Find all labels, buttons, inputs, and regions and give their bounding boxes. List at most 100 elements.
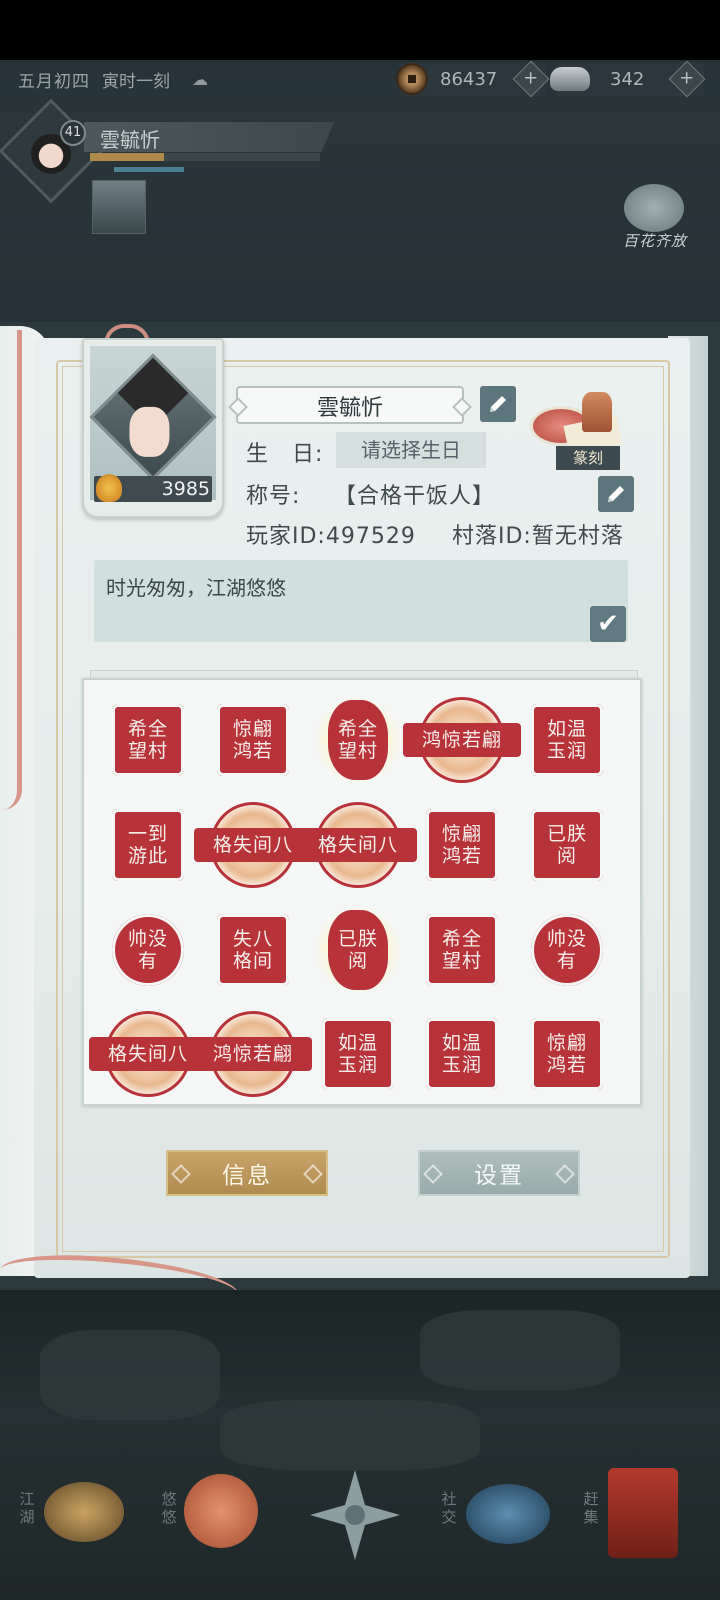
signature-text: 时光匆匆，江湖悠悠 — [106, 576, 286, 600]
seal-stamp-square[interactable]: 已朕 阅 — [507, 800, 627, 890]
rain-cloud-icon: ☁ — [192, 69, 208, 89]
seal-stamp-band[interactable]: 鸿惊若翩 — [402, 695, 522, 785]
seal-body: 希全 望村 — [328, 700, 388, 780]
seal-stamp-band[interactable]: 格失间八 — [298, 800, 418, 890]
seal-body: 如温 玉润 — [531, 704, 603, 776]
seal-stamp-square[interactable]: 失八 格间 — [193, 905, 313, 995]
seal-stamp-oval[interactable]: 已朕 阅 — [298, 905, 418, 995]
profile-screen: 五月初四 寅时一刻 ☁ 86437 + 342 + 41 雲毓忻 百花齐放 39… — [0, 0, 720, 1600]
seal-body: 如温 玉润 — [426, 1018, 498, 1090]
seal-text: 已朕 阅 — [546, 823, 587, 867]
confirm-signature-button[interactable]: ✔ — [590, 606, 626, 642]
seal-stamp-band[interactable]: 格失间八 — [193, 800, 313, 890]
title-value: 【合格干饭人】 — [334, 484, 496, 509]
seal-body: 帅没 有 — [531, 914, 603, 986]
flame-icon — [96, 474, 122, 502]
game-date: 五月初四 — [18, 71, 90, 92]
seal-stamp-square[interactable]: 希全 望村 — [402, 905, 522, 995]
nav-center[interactable] — [310, 1460, 410, 1570]
nav-label: 江湖 — [19, 1490, 35, 1526]
info-button[interactable]: 信息 — [166, 1150, 328, 1196]
check-icon: ✔ — [597, 609, 619, 639]
seal-text: 帅没 有 — [546, 928, 587, 972]
copper-coin-icon — [396, 63, 428, 95]
top-strip — [0, 0, 720, 60]
seal-text: 鸿惊若翩 — [212, 1043, 293, 1065]
power-value: 3985 — [161, 478, 210, 500]
seal-text: 格失间八 — [212, 834, 293, 856]
seal-carving-button[interactable]: 篆刻 — [526, 388, 636, 472]
seal-body: 希全 望村 — [426, 914, 498, 986]
player-stamina-bar — [114, 167, 184, 172]
birthday-select[interactable]: 请选择生日 — [336, 432, 486, 468]
edit-title-button[interactable] — [598, 476, 634, 512]
event-button[interactable]: 百花齐放 — [616, 182, 692, 256]
seal-text: 一到 游此 — [127, 823, 168, 867]
nav-social[interactable]: 社交 — [436, 1460, 556, 1570]
seal-body: 已朕 阅 — [328, 910, 388, 990]
birthday-label: 生 日: — [246, 442, 324, 467]
player-exp-bar — [90, 153, 320, 161]
edit-name-button[interactable] — [480, 386, 516, 422]
seal-body: 希全 望村 — [112, 704, 184, 776]
profile-name: 雲毓忻 — [316, 396, 383, 421]
seal-text: 惊翩 鸿若 — [441, 823, 482, 867]
wave-icon — [466, 1484, 550, 1544]
nav-market[interactable]: 赶集 — [578, 1460, 708, 1570]
seal-body: 格失间八 — [89, 1037, 207, 1071]
pencil-icon — [490, 396, 506, 412]
seal-text: 格失间八 — [107, 1043, 188, 1065]
seal-text: 如温 玉润 — [441, 1032, 482, 1076]
title-label: 称号: — [246, 484, 301, 509]
seal-text: 希全 望村 — [337, 718, 378, 762]
seal-body: 失八 格间 — [217, 914, 289, 986]
seal-body: 格失间八 — [299, 828, 417, 862]
seal-text: 希全 望村 — [441, 928, 482, 972]
book-red-binding — [2, 330, 22, 810]
player-exp-fill — [90, 153, 164, 161]
companion-portrait[interactable] — [92, 180, 146, 234]
seal-text: 如温 玉润 — [546, 718, 587, 762]
gong-icon — [44, 1482, 124, 1542]
seal-body: 惊翩 鸿若 — [531, 1018, 603, 1090]
seal-text: 如温 玉润 — [337, 1032, 378, 1076]
seal-body: 鸿惊若翩 — [194, 1037, 312, 1071]
silver-ingot-icon — [550, 67, 590, 91]
nav-youyou[interactable]: 悠悠 — [156, 1460, 266, 1570]
seal-text: 希全 望村 — [127, 718, 168, 762]
seal-text: 鸿惊若翩 — [421, 729, 502, 751]
seal-stamp-square[interactable]: 一到 游此 — [88, 800, 208, 890]
nav-jianghu[interactable]: 江湖 — [14, 1460, 134, 1570]
seal-stamp-round[interactable]: 帅没 有 — [88, 905, 208, 995]
seal-stamp-square[interactable]: 惊翩 鸿若 — [507, 1009, 627, 1099]
event-label: 百花齐放 — [622, 232, 687, 250]
seal-stamp-band[interactable]: 鸿惊若翩 — [193, 1009, 313, 1099]
seal-body: 帅没 有 — [112, 914, 184, 986]
seal-stamp-round[interactable]: 帅没 有 — [507, 905, 627, 995]
player-id: 玩家ID:497529 — [246, 524, 416, 549]
seal-carving-label: 篆刻 — [556, 446, 620, 470]
game-time: 寅时一刻 — [102, 71, 170, 92]
settings-button[interactable]: 设置 — [418, 1150, 580, 1196]
seal-stamp-square[interactable]: 惊翩 鸿若 — [402, 800, 522, 890]
seal-body: 已朕 阅 — [531, 809, 603, 881]
seal-body: 惊翩 鸿若 — [217, 704, 289, 776]
seal-stamp-band[interactable]: 格失间八 — [88, 1009, 208, 1099]
seal-text: 帅没 有 — [127, 928, 168, 972]
rock — [40, 1330, 220, 1420]
seal-text: 惊翩 鸿若 — [546, 1032, 587, 1076]
seal-text: 格失间八 — [317, 834, 398, 856]
seal-stamp-square[interactable]: 如温 玉润 — [298, 1009, 418, 1099]
seal-stamp-oval[interactable]: 希全 望村 — [298, 695, 418, 785]
compass-star-icon — [310, 1470, 400, 1560]
seal-stamp-square[interactable]: 惊翩 鸿若 — [193, 695, 313, 785]
seal-body: 一到 游此 — [112, 809, 184, 881]
seal-stamp-square[interactable]: 如温 玉润 — [507, 695, 627, 785]
seal-text: 惊翩 鸿若 — [232, 718, 273, 762]
seal-body: 惊翩 鸿若 — [426, 809, 498, 881]
seal-stamp-icon — [582, 392, 612, 432]
seal-stamp-square[interactable]: 希全 望村 — [88, 695, 208, 785]
seal-stamp-square[interactable]: 如温 玉润 — [402, 1009, 522, 1099]
seal-body: 如温 玉润 — [322, 1018, 394, 1090]
seal-text: 已朕 阅 — [337, 928, 378, 972]
